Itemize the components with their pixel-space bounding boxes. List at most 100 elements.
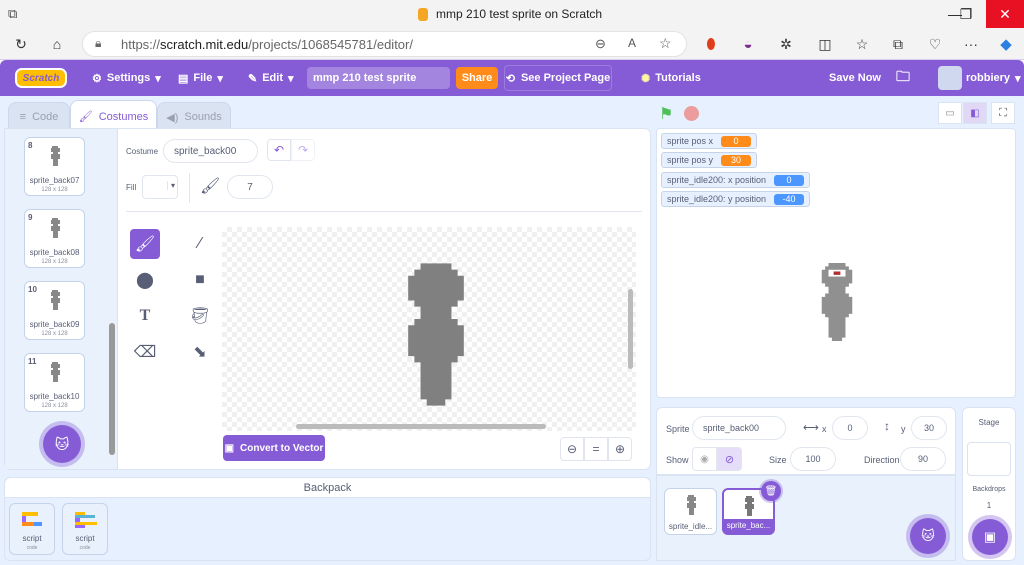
canvas-horizontal-scrollbar[interactable] [296,424,546,429]
lock-icon[interactable]: 🔒︎ [95,36,101,51]
convert-to-vector-button[interactable]: ▣ Convert to Vector [223,435,325,461]
backdrop-thumbnail[interactable] [967,442,1011,476]
variable-monitor[interactable]: sprite_idle200: y position -40 [661,191,811,207]
zoom-out-icon[interactable]: ⊖ [595,36,606,52]
normal-stage-button[interactable]: ◧ [963,102,987,124]
costume-item[interactable]: 10 sprite_back09 128 x 128 [24,281,85,340]
hide-sprite-button[interactable]: ⊘ [717,447,742,471]
costume-thumbnail [51,290,60,310]
avatar[interactable] [938,66,962,90]
fullscreen-button[interactable]: ⛶ [991,102,1015,124]
extensions-icon[interactable]: ✲ [775,34,797,54]
zoom-in-button[interactable]: ⊕ [608,437,632,461]
scratch-logo[interactable]: Scratch [15,68,67,88]
y-position-input[interactable]: 30 [911,416,947,440]
stage-sprite[interactable] [818,263,856,341]
small-stage-button[interactable]: ▭ [938,102,962,124]
save-now-button[interactable]: Save Now [829,60,881,96]
favorite-star-icon[interactable]: ☆ [659,35,672,52]
refresh-icon[interactable]: ↻ [10,34,32,54]
url-text[interactable]: https://scratch.mit.edu/projects/1068545… [121,37,413,52]
delete-sprite-button[interactable]: 🗑︎ [761,481,781,501]
monitor-value: 30 [721,154,752,166]
green-flag-icon[interactable]: ⚑ [659,104,673,124]
backpack-item[interactable]: script code [9,503,55,555]
gear-icon: ⚙ [92,72,102,85]
tutorials-button[interactable]: ✺ Tutorials [641,60,701,96]
zoom-out-icon: ⊖ [566,442,578,456]
read-aloud-icon[interactable]: A [628,36,636,50]
stop-icon[interactable] [684,106,699,121]
x-label: x [822,424,827,434]
address-bar[interactable]: 🔒︎ https://scratch.mit.edu/projects/1068… [82,31,687,57]
costume-list-scrollbar[interactable] [109,323,115,455]
extension-purple-icon[interactable]: ◒ [737,34,759,54]
browser-essentials-icon[interactable]: ♡ [924,34,946,54]
share-button[interactable]: Share [456,67,498,89]
show-sprite-button[interactable]: ◉ [692,447,717,471]
more-icon[interactable]: ··· [960,34,982,54]
restore-button[interactable]: ❐ [943,0,989,28]
lightbulb-icon: ✺ [641,72,651,85]
home-icon[interactable]: ⌂ [46,34,68,54]
fill-color-picker[interactable]: ▾ [142,175,178,199]
select-tool[interactable]: ⬊ [185,337,215,367]
paint-canvas[interactable] [222,227,636,431]
favorites-icon[interactable]: ☆ [851,34,873,54]
variable-monitor[interactable]: sprite pos y 30 [661,152,758,168]
zoom-reset-button[interactable]: = [584,437,608,461]
choose-backdrop-button[interactable]: ▣ [972,519,1008,555]
script-blocks-icon [22,512,42,526]
stage-title: Stage [978,418,1000,427]
browser-tab[interactable]: mmp 210 test sprite on Scratch [418,7,602,21]
extension-red-icon[interactable]: ⬮ [700,34,722,54]
costume-name-input[interactable]: sprite_back00 [163,139,258,163]
backdrops-label: Backdrops [972,486,1006,493]
edit-menu[interactable]: ✎ Edit ▾ [248,60,294,96]
costume-item[interactable]: 11 sprite_back10 128 x 128 [24,353,85,412]
project-title-input[interactable]: mmp 210 test sprite [307,67,450,89]
undo-button[interactable]: ↶ [267,139,291,161]
choose-costume-button[interactable]: 🐱︎ [43,425,81,463]
select-arrow-icon: ⬊ [193,344,207,361]
redo-button[interactable]: ↷ [291,139,315,161]
line-tool[interactable]: ⁄ [185,229,215,259]
close-window-button[interactable]: ✕ [986,0,1024,28]
circle-tool[interactable]: ⬤ [130,265,160,295]
size-input[interactable]: 100 [790,447,836,471]
variable-monitor[interactable]: sprite_idle200: x position 0 [661,172,811,188]
cat-add-icon: 🐱︎ [54,435,70,452]
stage-selector[interactable]: Stage Backdrops 1 ▣ [962,407,1016,561]
sprite-label: Sprite [666,424,690,434]
zoom-out-button[interactable]: ⊖ [560,437,584,461]
file-menu[interactable]: ▤ File ▾ [178,60,223,96]
text-tool[interactable]: T [130,301,160,331]
choose-sprite-button[interactable]: 🐱︎ [910,518,946,554]
backpack-item[interactable]: script code [62,503,108,555]
costume-item[interactable]: 9 sprite_back08 128 x 128 [24,209,85,268]
settings-menu[interactable]: ⚙ Settings ▾ [92,60,161,96]
eraser-tool[interactable]: ⌫ [130,337,160,367]
my-stuff-folder-icon[interactable]: 🗀︎ [896,60,910,96]
collections-icon[interactable]: ⧉ [887,34,909,54]
brush-size-input[interactable]: 7 [227,175,273,199]
sprite-item[interactable]: sprite_idle... [664,488,717,535]
costume-item[interactable]: 8 sprite_back07 128 x 128 [24,137,85,196]
see-project-page-button[interactable]: ⟲ See Project Page [504,65,612,91]
split-screen-icon[interactable]: ◫ [814,34,836,54]
backpack-header[interactable]: Backpack [5,478,650,498]
fill-tool[interactable]: 🪣︎ [185,301,215,331]
account-menu[interactable]: robbiery ▾ [966,60,1021,96]
copilot-icon[interactable]: ◆ [995,34,1017,54]
fill-label: Fill [126,183,137,192]
x-position-input[interactable]: 0 [832,416,868,440]
stage-canvas[interactable]: sprite pos x0 sprite pos y 30 sprite_idle… [656,128,1016,398]
direction-input[interactable]: 90 [900,447,946,471]
variable-monitor[interactable]: sprite pos x0 [661,133,758,149]
monitor-value: 0 [774,174,805,186]
workspaces-icon[interactable]: ⧉ [8,6,17,22]
brush-tool[interactable]: 🖌︎ [130,229,160,259]
canvas-vertical-scrollbar[interactable] [628,289,633,369]
rectangle-tool[interactable]: ■ [185,265,215,295]
sprite-name-input[interactable]: sprite_back00 [692,416,786,440]
